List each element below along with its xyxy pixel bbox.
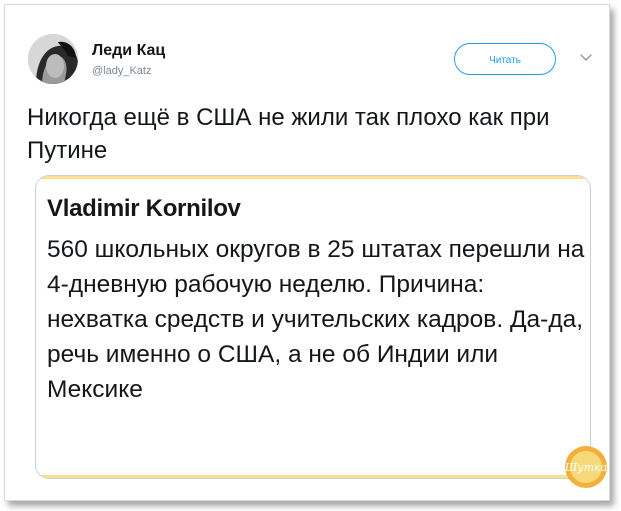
follow-button[interactable]: Читать [454, 43, 556, 75]
tweet-card: Леди Кац @lady_Katz Читать Никогда ещё в… [4, 4, 610, 501]
quote-top-accent [36, 176, 590, 179]
user-handle[interactable]: @lady_Katz [92, 65, 151, 77]
quote-bottom-accent [36, 475, 590, 478]
avatar[interactable] [28, 34, 78, 84]
quote-text: 560 школьных округов в 25 штатах перешли… [47, 236, 585, 403]
display-name[interactable]: Леди Кац [92, 42, 165, 60]
avatar-photo [28, 34, 78, 84]
chevron-down-icon[interactable] [579, 53, 593, 63]
tweet-text: Никогда ещё в США не жили так плохо как … [27, 104, 550, 164]
quoted-tweet[interactable]: Vladimir Kornilov 560 школьных округов в… [35, 175, 591, 479]
watermark-text: Шутка [564, 461, 607, 474]
quote-author: Vladimir Kornilov [47, 195, 241, 222]
watermark-logo: Шутка [564, 446, 607, 488]
